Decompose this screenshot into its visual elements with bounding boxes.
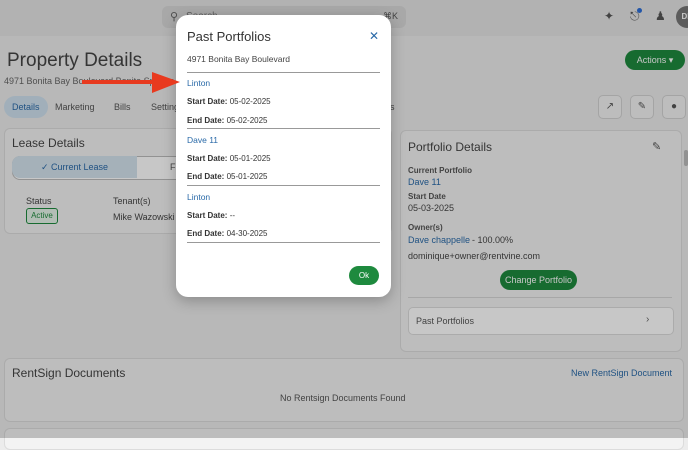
arrow-annotation bbox=[82, 72, 180, 93]
end-date-value: 05-01-2025 bbox=[226, 172, 268, 181]
entry-start: Start Date: 05-02-2025 bbox=[187, 97, 271, 106]
start-date-value: 05-01-2025 bbox=[229, 154, 271, 163]
modal-divider bbox=[187, 242, 380, 243]
modal-divider bbox=[187, 128, 380, 129]
portfolio-entry-link[interactable]: Linton bbox=[187, 78, 210, 88]
entry-end: End Date: 04-30-2025 bbox=[187, 229, 268, 238]
entry-end: End Date: 05-01-2025 bbox=[187, 172, 268, 181]
end-date-value: 04-30-2025 bbox=[226, 229, 268, 238]
start-date-value: -- bbox=[229, 211, 236, 220]
entry-end: End Date: 05-02-2025 bbox=[187, 116, 268, 125]
start-date-label: Start Date: bbox=[187, 211, 228, 220]
end-date-label: End Date: bbox=[187, 172, 225, 181]
end-date-value: 05-02-2025 bbox=[226, 116, 268, 125]
portfolio-entry-link[interactable]: Linton bbox=[187, 192, 210, 202]
close-icon[interactable]: ✕ bbox=[369, 29, 379, 43]
ok-button[interactable]: Ok bbox=[349, 266, 379, 285]
modal-divider bbox=[187, 185, 380, 186]
entry-start: Start Date: -- bbox=[187, 211, 235, 220]
start-date-label: Start Date: bbox=[187, 97, 228, 106]
portfolio-entry-link[interactable]: Dave 11 bbox=[187, 135, 218, 145]
arrow-head bbox=[152, 72, 180, 93]
end-date-label: End Date: bbox=[187, 229, 225, 238]
start-date-value: 05-02-2025 bbox=[229, 97, 271, 106]
entry-start: Start Date: 05-01-2025 bbox=[187, 154, 271, 163]
arrow-shaft bbox=[82, 80, 154, 84]
modal-title: Past Portfolios bbox=[187, 29, 271, 44]
modal-divider bbox=[187, 72, 380, 73]
modal-address: 4971 Bonita Bay Boulevard bbox=[187, 54, 291, 64]
end-date-label: End Date: bbox=[187, 116, 225, 125]
start-date-label: Start Date: bbox=[187, 154, 228, 163]
